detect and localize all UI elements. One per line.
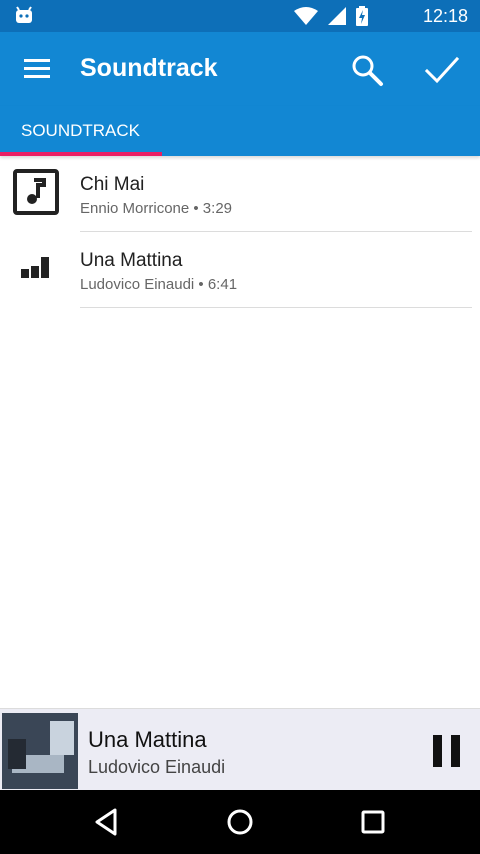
menu-icon[interactable] <box>22 55 52 83</box>
recents-icon[interactable] <box>357 806 389 838</box>
album-art-window <box>50 721 74 755</box>
pause-icon[interactable] <box>432 734 462 768</box>
tab-soundtrack[interactable]: SOUNDTRACK <box>0 106 162 156</box>
navigation-bar <box>0 790 480 854</box>
list-item[interactable]: Chi Mai Ennio Morricone • 3:29 <box>0 156 480 232</box>
page-title: Soundtrack <box>80 54 218 82</box>
divider <box>80 307 472 308</box>
track-title: Chi Mai <box>80 174 145 195</box>
music-note-icon <box>13 169 59 215</box>
app-bar: Soundtrack <box>0 32 480 106</box>
status-bar: 12:18 <box>0 0 480 32</box>
equalizer-playing-icon <box>21 257 49 278</box>
track-title: Una Mattina <box>80 250 183 271</box>
tab-label: SOUNDTRACK <box>21 121 141 140</box>
check-icon[interactable] <box>424 54 460 86</box>
signal-icon <box>328 7 346 25</box>
track-subtitle: Ludovico Einaudi • 6:41 <box>80 276 238 293</box>
home-icon[interactable] <box>224 806 256 838</box>
now-playing-bar[interactable]: Una Mattina Ludovico Einaudi <box>0 708 480 790</box>
wifi-icon <box>294 7 318 25</box>
now-playing-artist: Ludovico Einaudi <box>88 757 226 777</box>
track-subtitle: Ennio Morricone • 3:29 <box>80 200 232 217</box>
list-item[interactable]: Una Mattina Ludovico Einaudi • 6:41 <box>0 232 480 308</box>
tab-bar: SOUNDTRACK <box>0 106 480 156</box>
album-art-chair <box>8 739 26 769</box>
now-playing-title: Una Mattina <box>88 727 207 752</box>
search-icon[interactable] <box>350 53 384 87</box>
status-time: 12:18 <box>422 6 468 26</box>
android-icon <box>16 6 32 23</box>
status-icons <box>294 6 368 26</box>
back-icon[interactable] <box>91 806 123 838</box>
battery-charging-icon <box>356 6 368 26</box>
album-art <box>2 713 78 789</box>
track-list: Chi Mai Ennio Morricone • 3:29 Una Matti… <box>0 156 480 308</box>
